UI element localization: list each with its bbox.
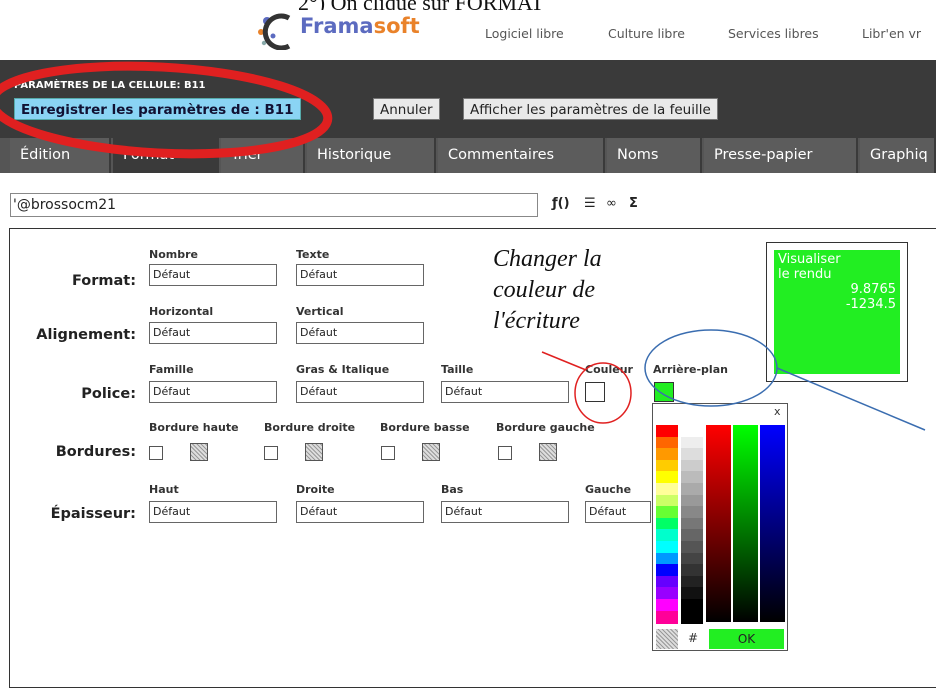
red-ellipse-save: [0, 61, 333, 159]
annotation-overlay: [0, 61, 926, 431]
red-circle-couleur: [574, 362, 632, 424]
blue-pointer-line: [776, 367, 926, 431]
red-pointer-line: [541, 351, 587, 371]
blue-ellipse-arriere: [644, 329, 778, 407]
